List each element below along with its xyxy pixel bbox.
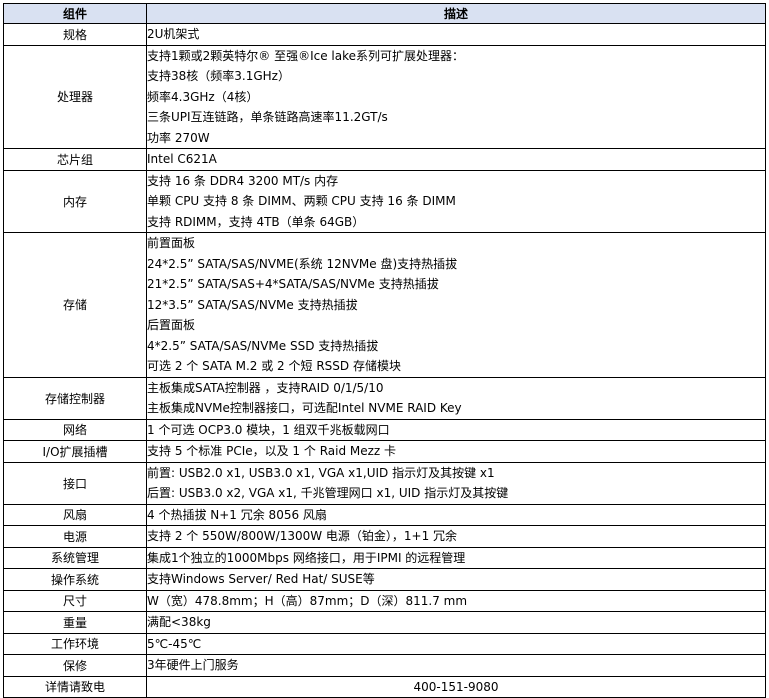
description-line: 前置面板 [147, 236, 196, 250]
description-cell: 集成1个独立的1000Mbps 网络接口，用于IPMI 的远程管理 [146, 546, 766, 569]
description-line: 支持Windows Server/ Red Hat/ SUSE等 [147, 572, 375, 586]
description-cell: 支持Windows Server/ Red Hat/ SUSE等 [146, 568, 766, 591]
component-cell: 电源 [3, 525, 147, 548]
description-line: 支持38核（频率3.1GHz） [147, 69, 290, 83]
description-line: 后置面板 [147, 318, 196, 332]
description-cell: 400-151-9080 [146, 675, 766, 698]
description-cell: 1 个可选 OCP3.0 模块，1 组双千兆板载网口 [146, 418, 766, 441]
description-cell: 支持1颗或2颗英特尔® 至强®Ice lake系列可扩展处理器： 支持38核（频率… [146, 44, 766, 149]
description-line: 24*2.5” SATA/SAS/NVME(系统 12NVMe 盘)支持热插拔 [147, 256, 458, 271]
description-line: 21*2.5” SATA/SAS+4*SATA/SAS/NVMe 支持热插拔 [147, 277, 439, 291]
description-cell: W（宽）478.8mm；H（高）87mm；D（深）811.7 mm [146, 589, 766, 612]
description-line: 支持 2 个 550W/800W/1300W 电源（铂金），1+1 冗余 [147, 529, 458, 543]
component-cell: 保修 [3, 654, 147, 677]
description-line: 主板集成NVMe控制器接口，可选配Intel NVME RAID Key [147, 401, 462, 415]
component-cell: 工作环境 [3, 632, 147, 655]
description-line: 满配<38kg [147, 615, 211, 629]
description-line: 400-151-9080 [413, 679, 499, 694]
description-cell: 前置面板 24*2.5” SATA/SAS/NVME(系统 12NVMe 盘)支持… [146, 232, 766, 378]
table-row: 存储控制器 主板集成SATA控制器 ，支持RAID 0/1/5/10 主板集成NVM… [3, 376, 766, 420]
table-row: 网络 1 个可选 OCP3.0 模块，1 组双千兆板载网口 [3, 418, 766, 441]
component-cell: 存储 [3, 232, 147, 378]
table-row: 芯片组 Intel C621A [3, 148, 766, 171]
component-cell: 重量 [3, 611, 147, 634]
description-line: 支持1颗或2颗英特尔® 至强®Ice lake系列可扩展处理器： [147, 48, 465, 63]
description-line: 4 个热插拔 N+1 冗余 8056 风扇 [147, 507, 327, 522]
component-cell: 内存 [3, 169, 147, 233]
component-cell: 风扇 [3, 503, 147, 526]
table-row: 工作环境 5℃-45℃ [3, 632, 766, 655]
description-line: 主板集成SATA控制器 ，支持RAID 0/1/5/10 [147, 380, 384, 395]
component-cell: 处理器 [3, 44, 147, 149]
header-row: 组件 描述 [3, 3, 766, 24]
description-line: 支持 RDIMM，支持 4TB（单条 64GB） [147, 214, 365, 229]
table-row: 处理器 支持1颗或2颗英特尔® 至强®Ice lake系列可扩展处理器： 支持38核… [3, 44, 766, 149]
description-line: Intel C621A [147, 152, 217, 166]
header-description: 描述 [146, 3, 766, 24]
component-cell: 接口 [3, 461, 147, 505]
description-line: 集成1个独立的1000Mbps 网络接口，用于IPMI 的远程管理 [147, 550, 466, 565]
table-row: 内存 支持 16 条 DDR4 3200 MT/s 内存单颗 CPU 支持 8 条… [3, 169, 766, 233]
component-cell: 规格 [3, 23, 147, 46]
table-row: 详情请致电 400-151-9080 [3, 675, 766, 698]
description-cell: 3年硬件上门服务 [146, 654, 766, 677]
table-row: 重量 满配<38kg [3, 611, 766, 634]
component-cell: 存储控制器 [3, 376, 147, 420]
description-line: 单颗 CPU 支持 8 条 DIMM、两颗 CPU 支持 16 条 DIMM [147, 194, 456, 208]
description-line: 12*3.5” SATA/SAS/NVMe 支持热插拔 [147, 297, 358, 312]
description-line: 后置: USB3.0 x2, VGA x1, 千兆管理网口 x1, UID 指示… [147, 486, 509, 500]
description-cell: 5℃-45℃ [146, 632, 766, 655]
table-row: I/O扩展插槽 支持 5 个标准 PCIe，以及 1 个 Raid Mezz 卡 [3, 440, 766, 463]
table-row: 规格 2U机架式 [3, 23, 766, 46]
spec-body: 规格 2U机架式 处理器 支持1颗或2颗英特尔® 至强®Ice lake系列可扩展处理… [3, 23, 766, 698]
table-row: 存储 前置面板 24*2.5” SATA/SAS/NVME(系统 12NVMe 盘)… [3, 232, 766, 378]
description-cell: 前置: USB2.0 x1, USB3.0 x1, VGA x1,UID 指示灯… [146, 461, 766, 505]
table-row: 系统管理 集成1个独立的1000Mbps 网络接口，用于IPMI 的远程管理 [3, 546, 766, 569]
component-cell: 操作系统 [3, 568, 147, 591]
description-cell: 支持 16 条 DDR4 3200 MT/s 内存单颗 CPU 支持 8 条 D… [146, 169, 766, 233]
description-line: 3年硬件上门服务 [147, 658, 239, 672]
description-line: 可选 2 个 SATA M.2 或 2 个短 RSSD 存储模块 [147, 359, 401, 373]
spec-table: 组件 描述 规格 2U机架式 处理器 支持1颗或2颗英特尔® 至强®Ice lake系… [3, 3, 766, 698]
description-cell: 支持 2 个 550W/800W/1300W 电源（铂金），1+1 冗余 [146, 525, 766, 548]
component-cell: 尺寸 [3, 589, 147, 612]
component-cell: I/O扩展插槽 [3, 440, 147, 463]
description-line: 前置: USB2.0 x1, USB3.0 x1, VGA x1,UID 指示灯… [147, 465, 495, 480]
table-row: 尺寸 W（宽）478.8mm；H（高）87mm；D（深）811.7 mm [3, 589, 766, 612]
description-line: W（宽）478.8mm；H（高）87mm；D（深）811.7 mm [147, 593, 468, 608]
component-cell: 详情请致电 [3, 675, 147, 698]
header-component: 组件 [3, 3, 147, 24]
description-line: 2U机架式 [147, 27, 200, 41]
description-line: 功率 270W [147, 130, 210, 145]
table-row: 电源 支持 2 个 550W/800W/1300W 电源（铂金），1+1 冗余 [3, 525, 766, 548]
table-row: 接口 前置: USB2.0 x1, USB3.0 x1, VGA x1,UID 指… [3, 461, 766, 505]
description-cell: Intel C621A [146, 148, 766, 171]
description-line: 支持 16 条 DDR4 3200 MT/s 内存 [147, 173, 339, 188]
description-line: 5℃-45℃ [147, 636, 202, 651]
description-cell: 满配<38kg [146, 611, 766, 634]
component-cell: 芯片组 [3, 148, 147, 171]
table-row: 操作系统 支持Windows Server/ Red Hat/ SUSE等 [3, 568, 766, 591]
description-line: 4*2.5” SATA/SAS/NVMe SSD 支持热插拔 [147, 338, 379, 353]
component-cell: 系统管理 [3, 546, 147, 569]
description-line: 三条UPI互连链路，单条链路高速率11.2GT/s [147, 110, 388, 124]
description-cell: 支持 5 个标准 PCIe，以及 1 个 Raid Mezz 卡 [146, 440, 766, 463]
description-cell: 4 个热插拔 N+1 冗余 8056 风扇 [146, 503, 766, 526]
description-line: 频率4.3GHz（4核） [147, 89, 259, 104]
description-line: 1 个可选 OCP3.0 模块，1 组双千兆板载网口 [147, 422, 390, 437]
description-cell: 2U机架式 [146, 23, 766, 46]
description-cell: 主板集成SATA控制器 ，支持RAID 0/1/5/10 主板集成NVMe控制器接… [146, 376, 766, 420]
component-cell: 网络 [3, 418, 147, 441]
table-row: 保修 3年硬件上门服务 [3, 654, 766, 677]
table-row: 风扇 4 个热插拔 N+1 冗余 8056 风扇 [3, 503, 766, 526]
description-line: 支持 5 个标准 PCIe，以及 1 个 Raid Mezz 卡 [147, 444, 397, 458]
